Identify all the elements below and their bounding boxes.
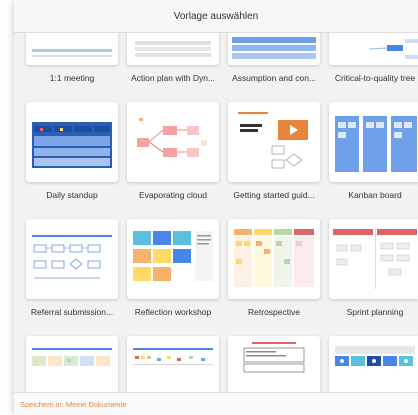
reflection-workshop-thumbnail bbox=[133, 231, 213, 281]
template-13-thumbnail bbox=[32, 348, 112, 366]
template-label[interactable]: Referral submission... bbox=[22, 307, 122, 317]
template-card-15[interactable] bbox=[228, 336, 320, 392]
template-14-thumbnail bbox=[133, 348, 213, 365]
template-label[interactable]: 1:1 meeting bbox=[22, 73, 122, 83]
sprint-planning-thumbnail bbox=[333, 229, 417, 289]
save-location-footer[interactable]: Speichern in: Meine Dokumente bbox=[14, 392, 418, 415]
1-1-meeting-thumbnail bbox=[32, 49, 112, 57]
template-card-1-1-meeting[interactable] bbox=[26, 33, 118, 65]
template-label[interactable]: Reflection workshop bbox=[123, 307, 223, 317]
template-label[interactable]: Sprint planning bbox=[325, 307, 418, 317]
template-16-thumbnail bbox=[335, 346, 415, 366]
template-card-16[interactable] bbox=[329, 336, 418, 392]
template-label[interactable]: Action plan with Dyn... bbox=[123, 73, 223, 83]
template-card-getting-started[interactable] bbox=[228, 102, 320, 182]
template-card-assumption[interactable] bbox=[228, 33, 320, 65]
dialog-title: Vorlage auswählen bbox=[173, 10, 259, 22]
template-card-referral-submission[interactable] bbox=[26, 219, 118, 299]
dialog-header: Vorlage auswählen bbox=[14, 0, 418, 33]
evaporating-cloud-thumbnail bbox=[137, 118, 207, 157]
template-card-sprint-planning[interactable] bbox=[329, 219, 418, 299]
template-card-evaporating-cloud[interactable] bbox=[127, 102, 219, 182]
getting-started-thumbnail bbox=[238, 112, 308, 169]
template-card-reflection-workshop[interactable] bbox=[127, 219, 219, 299]
template-card-ctq-tree[interactable] bbox=[329, 33, 418, 65]
template-label[interactable]: Kanban board bbox=[325, 190, 418, 200]
template-card-daily-standup[interactable] bbox=[26, 102, 118, 182]
template-label[interactable]: Getting started guid... bbox=[224, 190, 324, 200]
template-15-thumbnail bbox=[243, 342, 305, 373]
template-card-14[interactable] bbox=[127, 336, 219, 392]
template-label[interactable]: Retrospective bbox=[224, 307, 324, 317]
template-grid[interactable]: 1:1 meeting Action plan with Dyn... Assu… bbox=[14, 33, 418, 392]
kanban-board-thumbnail bbox=[335, 116, 417, 172]
template-card-action-plan[interactable] bbox=[127, 33, 219, 65]
save-location-label[interactable]: Speichern in: Meine Dokumente bbox=[20, 400, 127, 409]
template-card-13[interactable] bbox=[26, 336, 118, 392]
template-label[interactable]: Assumption and con... bbox=[224, 73, 324, 83]
daily-standup-thumbnail bbox=[32, 122, 112, 168]
assumption-thumbnail bbox=[232, 37, 316, 59]
referral-thumbnail bbox=[32, 235, 112, 279]
template-picker-dialog: Vorlage auswählen 1:1 meeting Action pla… bbox=[14, 0, 418, 415]
template-label[interactable]: Evaporating cloud bbox=[123, 190, 223, 200]
ctq-tree-thumbnail bbox=[368, 39, 418, 59]
action-plan-thumbnail bbox=[135, 41, 211, 57]
template-card-kanban-board[interactable] bbox=[329, 102, 418, 182]
template-label[interactable]: Daily standup bbox=[22, 190, 122, 200]
retrospective-thumbnail bbox=[234, 229, 314, 287]
template-label[interactable]: Critical-to-quality tree bbox=[325, 73, 418, 83]
template-card-retrospective[interactable] bbox=[228, 219, 320, 299]
